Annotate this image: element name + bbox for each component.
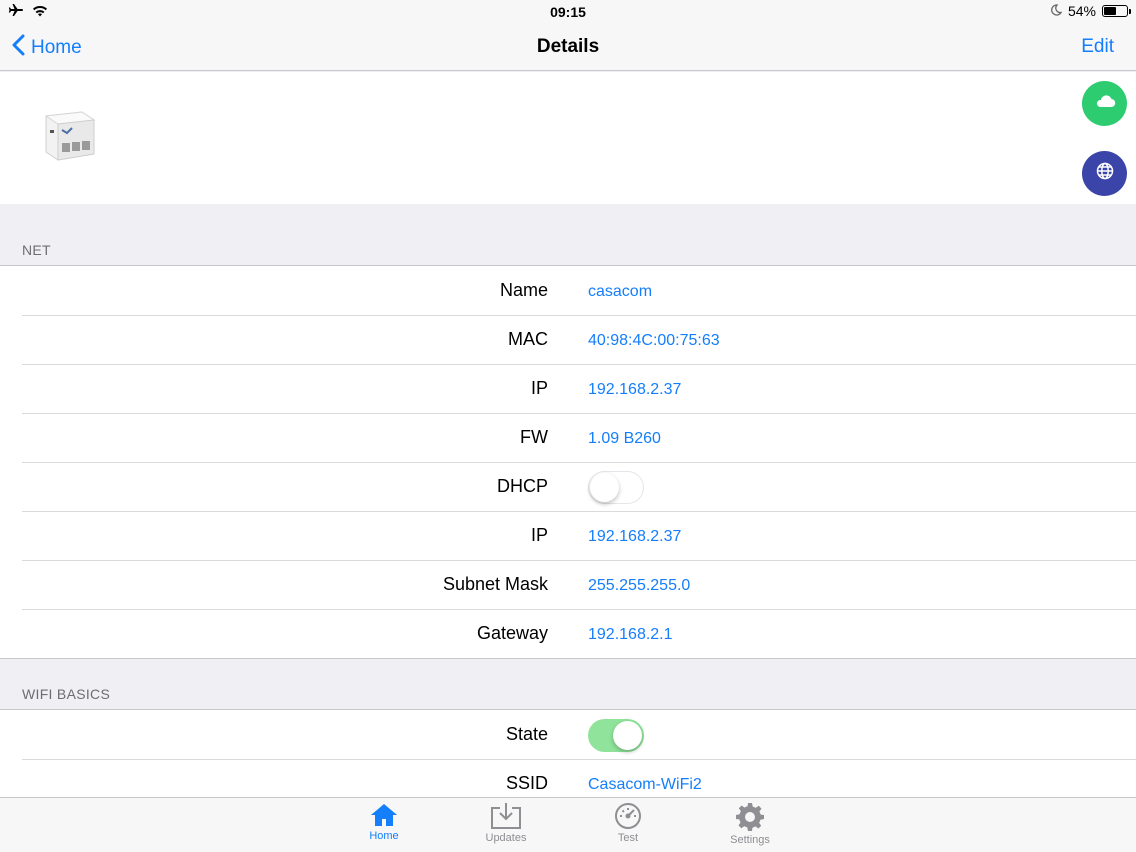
tab-label: Settings bbox=[730, 834, 770, 846]
status-right: 54% bbox=[1050, 3, 1131, 19]
fw-value[interactable]: 1.09 B260 bbox=[588, 430, 661, 448]
row-ip: IP 192.168.2.37 bbox=[0, 364, 1136, 413]
speedometer-icon bbox=[588, 802, 668, 830]
battery-percent: 54% bbox=[1067, 3, 1096, 19]
screen: 09:15 54% Home Details Edit NET Name cas… bbox=[0, 0, 1136, 852]
row-fw: FW 1.09 B260 bbox=[0, 413, 1136, 462]
gateway-value[interactable]: 192.168.2.1 bbox=[588, 626, 673, 644]
navigation-bar: Home Details Edit bbox=[0, 24, 1136, 71]
device-header bbox=[0, 72, 1136, 204]
row-static-ip: IP 192.168.2.37 bbox=[0, 511, 1136, 560]
moon-icon bbox=[1050, 3, 1063, 19]
name-value[interactable]: casacom bbox=[588, 283, 652, 301]
row-label: MAC bbox=[508, 329, 548, 349]
tab-settings[interactable]: Settings bbox=[710, 802, 790, 846]
tab-bar: Home Updates Test Settings bbox=[0, 797, 1136, 852]
row-label: IP bbox=[530, 525, 548, 545]
row-mac: MAC 40:98:4C:00:75:63 bbox=[0, 315, 1136, 364]
row-label: Gateway bbox=[476, 623, 548, 643]
dhcp-toggle[interactable] bbox=[588, 471, 644, 504]
toggle-knob bbox=[613, 721, 642, 750]
tab-updates[interactable]: Updates bbox=[466, 802, 546, 844]
status-bar: 09:15 54% bbox=[0, 0, 1136, 24]
wifi-group: State SSID Casacom-WiFi2 bbox=[0, 709, 1136, 809]
toggle-knob bbox=[590, 473, 619, 502]
globe-icon bbox=[1096, 162, 1114, 185]
row-gateway: Gateway 192.168.2.1 bbox=[0, 609, 1136, 658]
row-label: FW bbox=[520, 427, 548, 447]
row-label: Subnet Mask bbox=[442, 574, 548, 594]
row-label: IP bbox=[530, 378, 548, 398]
mac-value[interactable]: 40:98:4C:00:75:63 bbox=[588, 332, 720, 350]
tab-label: Test bbox=[617, 832, 639, 844]
section-header-wifi: WIFI BASICS bbox=[22, 686, 111, 702]
tab-label: Home bbox=[369, 830, 399, 842]
page-title: Details bbox=[536, 36, 600, 57]
row-dhcp: DHCP bbox=[0, 462, 1136, 511]
device-image bbox=[42, 110, 98, 167]
section-header-net: NET bbox=[22, 242, 51, 258]
status-time: 09:15 bbox=[550, 4, 586, 20]
row-label: DHCP bbox=[496, 476, 548, 496]
cloud-icon bbox=[1094, 94, 1116, 113]
net-group: Name casacom MAC 40:98:4C:00:75:63 IP 19… bbox=[0, 265, 1136, 659]
ssid-value[interactable]: Casacom-WiFi2 bbox=[588, 776, 702, 794]
globe-button[interactable] bbox=[1082, 151, 1127, 196]
house-icon bbox=[344, 802, 424, 828]
subnet-mask-value[interactable]: 255.255.255.0 bbox=[588, 577, 690, 595]
download-tray-icon bbox=[466, 802, 546, 830]
row-subnet-mask: Subnet Mask 255.255.255.0 bbox=[0, 560, 1136, 609]
cloud-button[interactable] bbox=[1082, 81, 1127, 126]
state-toggle[interactable] bbox=[588, 719, 644, 752]
tab-home[interactable]: Home bbox=[344, 802, 424, 842]
row-state: State bbox=[0, 710, 1136, 759]
tab-test[interactable]: Test bbox=[588, 802, 668, 844]
row-label: SSID bbox=[505, 773, 548, 793]
tab-label: Updates bbox=[485, 832, 527, 844]
static-ip-value[interactable]: 192.168.2.37 bbox=[588, 528, 681, 546]
battery-fill bbox=[1104, 7, 1116, 15]
row-label: State bbox=[505, 724, 548, 744]
battery-icon bbox=[1102, 5, 1131, 17]
gear-icon bbox=[710, 802, 790, 832]
ip-value[interactable]: 192.168.2.37 bbox=[588, 381, 681, 399]
row-label: Name bbox=[499, 280, 548, 300]
edit-button[interactable]: Edit bbox=[1081, 36, 1114, 58]
row-name: Name casacom bbox=[0, 266, 1136, 315]
